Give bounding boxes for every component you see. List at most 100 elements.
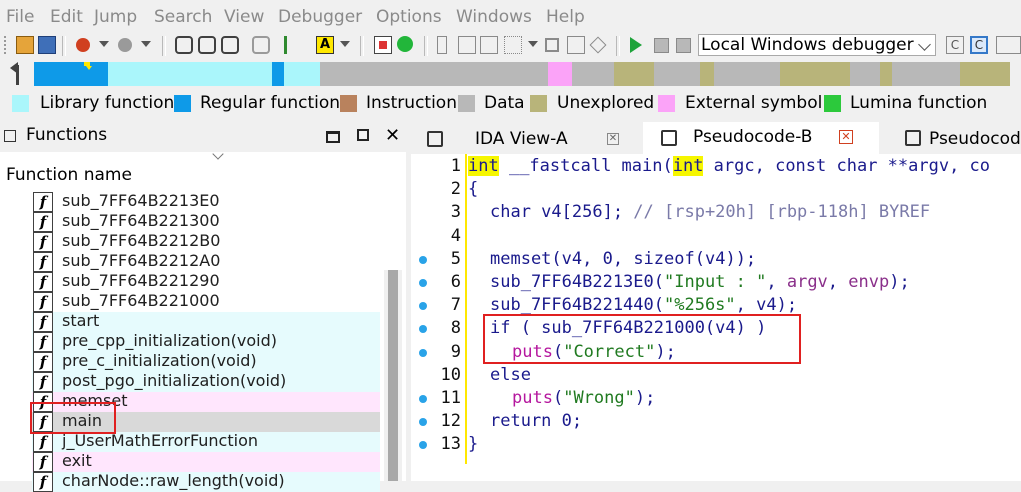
pseudocode-view[interactable]: 1 int __fastcall main(int argc, const cha…: [411, 154, 1021, 481]
breakpoint-dot-icon[interactable]: [419, 441, 427, 450]
pause-icon[interactable]: [654, 38, 669, 53]
toolbar-overflow-icon[interactable]: [996, 36, 1021, 54]
close-icon[interactable]: ✕: [607, 133, 619, 145]
imports-icon[interactable]: [480, 36, 498, 54]
chevron-down-icon: [918, 38, 931, 51]
graph-view-icon[interactable]: [175, 36, 193, 54]
nav-segment-library: [284, 62, 320, 86]
menu-edit[interactable]: Edit: [50, 7, 83, 27]
names-icon[interactable]: [458, 36, 476, 54]
forward-icon[interactable]: [118, 38, 132, 52]
menu-file[interactable]: File: [6, 7, 34, 27]
menu-windows[interactable]: Windows: [456, 7, 532, 27]
code-line[interactable]: 3 char v4[256]; // [rsp+20h] [rbp-118h] B…: [411, 202, 1021, 225]
code-token: "%256s": [664, 295, 736, 316]
code-line[interactable]: 10 else: [411, 365, 1021, 388]
menu-jump[interactable]: Jump: [94, 7, 137, 27]
chevron-down-icon[interactable]: [340, 41, 350, 47]
function-list-item[interactable]: f pre_cpp_initialization(void): [32, 331, 380, 352]
code-token: int: [468, 156, 499, 176]
restore-icon[interactable]: [357, 129, 369, 141]
tab-pseudocode-b[interactable]: Pseudocode-B ✕: [643, 122, 879, 154]
debugger-options-icon[interactable]: C: [946, 36, 964, 54]
function-list-item[interactable]: f charNode::raw_length(void): [32, 471, 380, 492]
breakpoint-dot-icon[interactable]: [419, 255, 427, 264]
code-token: }: [468, 434, 479, 455]
function-list-item[interactable]: f pre_c_initialization(void): [32, 351, 380, 372]
jump-arrow-icon[interactable]: [284, 36, 294, 54]
function-list-item[interactable]: f sub_7FF64B221300: [32, 211, 380, 232]
function-list-item[interactable]: f post_pgo_initialization(void): [32, 371, 380, 392]
highlight-box-if-correct: [483, 314, 801, 364]
open-icon[interactable]: [16, 36, 34, 54]
function-list-item[interactable]: f start: [32, 311, 380, 332]
code-token: ,: [827, 272, 849, 292]
hex-view-icon[interactable]: [221, 36, 239, 54]
text-view-icon[interactable]: [198, 36, 216, 54]
breakpoint-dot-icon[interactable]: [419, 418, 427, 427]
xrefs-icon[interactable]: [504, 36, 522, 54]
pseudocode-icon: [661, 130, 677, 146]
stop-icon[interactable]: [545, 38, 559, 52]
code-line[interactable]: 2{: [411, 179, 1021, 202]
back-icon[interactable]: [76, 38, 90, 52]
column-header-function-name[interactable]: Function name: [6, 165, 132, 185]
function-icon: f: [33, 312, 53, 332]
code-line[interactable]: 6 sub_7FF64B2213E0("Input : ", argv, envp…: [411, 272, 1021, 295]
segment-icon[interactable]: [437, 36, 447, 54]
code-line[interactable]: 11 puts("Wrong");: [411, 388, 1021, 411]
chevron-down-icon[interactable]: [141, 41, 151, 47]
maximize-icon[interactable]: [326, 131, 340, 143]
toolbar-grip[interactable]: [4, 36, 10, 54]
tab-ida-view-a[interactable]: IDA View-A ✕: [411, 122, 629, 154]
menu-help[interactable]: Help: [546, 7, 585, 27]
scrollbar-thumb[interactable]: [388, 270, 398, 481]
code-line[interactable]: 13}: [411, 434, 1021, 457]
struct-icon[interactable]: [252, 36, 270, 54]
function-icon: f: [33, 212, 53, 232]
breakpoint-dot-icon[interactable]: [419, 395, 427, 403]
breakpoint-icon[interactable]: [374, 36, 392, 54]
debugger-select[interactable]: Local Windows debugger: [698, 34, 936, 56]
breakpoint-dot-icon[interactable]: [419, 302, 427, 311]
function-list-item[interactable]: f sub_7FF64B2212B0: [32, 231, 380, 252]
breakpoint-dot-icon[interactable]: [419, 348, 427, 357]
tab-label: IDA View-A: [475, 129, 568, 149]
legend-swatch: [658, 95, 675, 112]
stop-debug-icon[interactable]: [676, 38, 691, 53]
string-icon[interactable]: A: [316, 36, 334, 54]
current-line-marker: [465, 154, 467, 464]
code-token: char v4[256];: [490, 202, 634, 223]
debugger-attach-icon[interactable]: C: [970, 36, 988, 54]
diamond-icon[interactable]: [589, 36, 607, 54]
chevron-down-icon[interactable]: [528, 41, 538, 47]
patch-icon[interactable]: [567, 36, 585, 54]
chevron-down-icon[interactable]: [99, 41, 109, 47]
code-line[interactable]: 1 int __fastcall main(int argc, const cha…: [411, 156, 1021, 179]
function-list-item[interactable]: f sub_7FF64B2212A0: [32, 251, 380, 272]
code-line[interactable]: 4: [411, 226, 1021, 249]
save-icon[interactable]: [38, 36, 56, 54]
code-line[interactable]: 5 memset(v4, 0, sizeof(v4));: [411, 249, 1021, 272]
function-list-item[interactable]: f sub_7FF64B2213E0: [32, 191, 380, 212]
function-list-item[interactable]: f sub_7FF64B221290: [32, 271, 380, 292]
function-icon: f: [33, 252, 53, 272]
line-number: 1: [450, 156, 461, 176]
breakpoint-dot-icon[interactable]: [419, 279, 427, 287]
close-icon[interactable]: ✕: [839, 130, 853, 144]
breakpoint-dot-icon[interactable]: [419, 325, 427, 334]
tab-pseudocode[interactable]: Pseudocod: [893, 122, 1021, 154]
function-list-item[interactable]: f exit: [32, 451, 380, 472]
toolbar-separator: [424, 36, 428, 56]
close-icon[interactable]: ✕: [385, 125, 400, 146]
menu-debugger[interactable]: Debugger: [278, 7, 362, 27]
function-list-item[interactable]: f j_UserMathErrorFunction: [32, 431, 380, 452]
menu-search[interactable]: Search: [154, 7, 212, 27]
function-list-item[interactable]: f sub_7FF64B221000: [32, 291, 380, 312]
navigation-band[interactable]: [0, 58, 1021, 88]
play-icon[interactable]: [630, 37, 642, 53]
lumina-icon[interactable]: [397, 36, 413, 52]
menu-view[interactable]: View: [224, 7, 264, 27]
menu-options[interactable]: Options: [376, 7, 442, 27]
code-line[interactable]: 12 return 0;: [411, 411, 1021, 434]
